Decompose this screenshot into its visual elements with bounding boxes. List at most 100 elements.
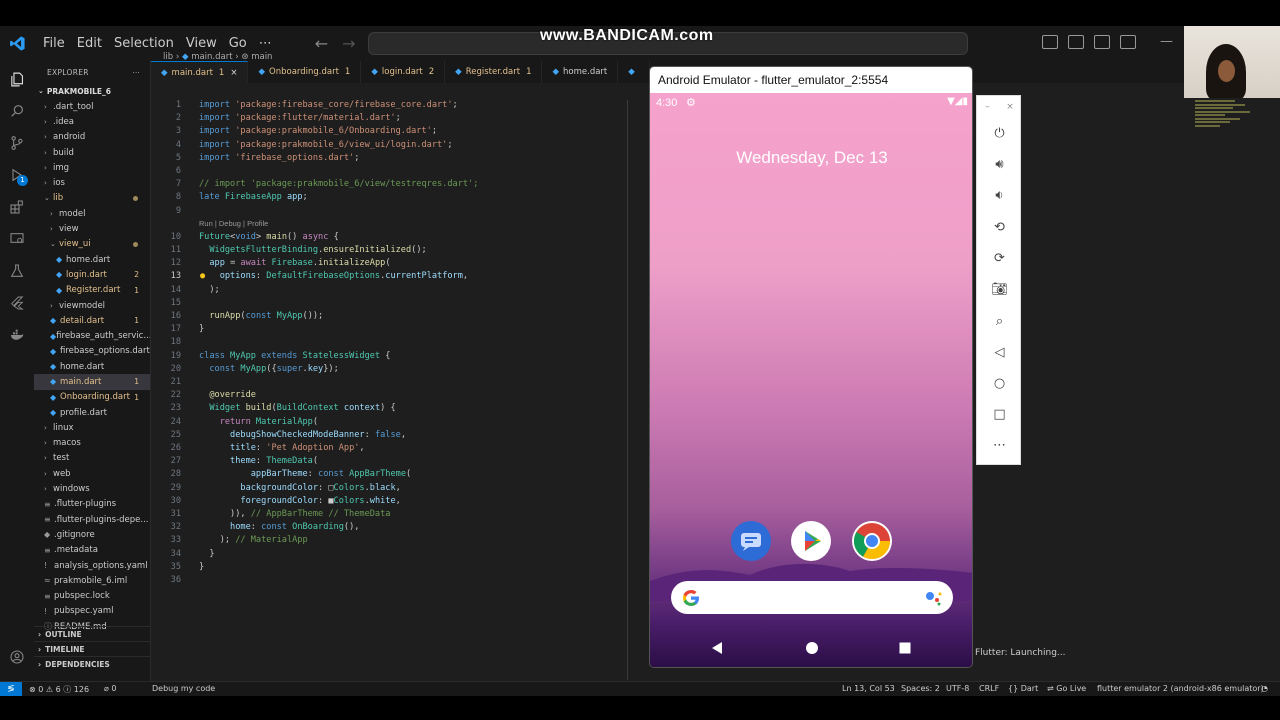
panel-minimize-icon[interactable]: –	[985, 102, 990, 112]
menu-view[interactable]: View	[186, 36, 217, 51]
code-line[interactable]: Future<void> main() async {	[199, 232, 339, 242]
chrome-app-icon[interactable]	[852, 521, 892, 561]
search-icon[interactable]	[0, 96, 34, 126]
tree-item[interactable]: ≡ .metadata	[34, 543, 150, 558]
explorer-more-icon[interactable]: ⋯	[132, 68, 140, 77]
menu-go[interactable]: Go	[229, 36, 247, 51]
tree-item[interactable]: › test	[34, 451, 150, 466]
code-line[interactable]: import 'package:prakmobile_6/Onboarding.…	[199, 126, 437, 136]
power-icon[interactable]: ⏻	[977, 126, 1022, 141]
minimize-icon[interactable]: —	[1160, 34, 1173, 49]
testing-icon[interactable]	[0, 256, 34, 286]
tree-item[interactable]: ◆ firebase_options.dart	[34, 344, 150, 359]
timeline-section[interactable]: › TIMELINE	[34, 641, 151, 656]
editor-tab[interactable]: ◆ main.dart 1 ×	[151, 61, 249, 83]
breadcrumb-folder[interactable]: lib	[163, 52, 173, 62]
code-line[interactable]: import 'package:firebase_core/firebase_c…	[199, 100, 458, 110]
editor-tab[interactable]: ◆	[618, 61, 650, 83]
code-line[interactable]: appBarTheme: const AppBarTheme(	[199, 469, 411, 479]
forward-arrow-icon[interactable]: →	[342, 34, 355, 53]
tree-item[interactable]: ≡ .flutter-plugins-depe...	[34, 512, 150, 527]
tree-item[interactable]: ≡ pubspec.lock	[34, 589, 150, 604]
ports-count[interactable]: ⌀ 0	[104, 684, 116, 693]
customize-layout-icon[interactable]	[1120, 35, 1136, 49]
tree-item[interactable]: ◆ main.dart 1	[34, 374, 150, 390]
toggle-sidebar-icon[interactable]	[1042, 35, 1058, 49]
language-mode[interactable]: {} Dart	[1008, 684, 1038, 693]
toggle-secondary-sidebar-icon[interactable]	[1094, 35, 1110, 49]
code-line[interactable]: }	[199, 562, 204, 572]
code-line[interactable]: const MyApp({super.key});	[199, 364, 338, 374]
google-assistant-icon[interactable]	[925, 590, 943, 606]
code-line[interactable]: }	[199, 324, 204, 334]
code-line[interactable]: ); // MaterialApp	[199, 535, 308, 545]
tree-item[interactable]: ≈ prakmobile_6.iml	[34, 573, 150, 588]
code-line[interactable]: }	[199, 549, 214, 559]
google-search-bar[interactable]	[671, 581, 953, 614]
code-line[interactable]: title: 'Pet Adoption App',	[199, 443, 365, 453]
overview-icon[interactable]: □	[977, 407, 1022, 422]
tree-item[interactable]: › view	[34, 221, 150, 236]
panel-close-icon[interactable]: ×	[1006, 102, 1014, 112]
tree-item[interactable]: › macos	[34, 436, 150, 451]
android-home-screen[interactable]: 4:30 ⚙ ▼◢▮ Wednesday, Dec 13	[650, 93, 972, 667]
device-selector[interactable]: flutter emulator 2 (android-x86 emulator…	[1097, 684, 1264, 693]
nav-home-icon[interactable]	[805, 641, 819, 655]
code-line[interactable]: late FirebaseApp app;	[199, 192, 308, 202]
back-icon[interactable]: ◁	[977, 345, 1022, 360]
menu-more[interactable]: ⋯	[259, 36, 272, 51]
code-line[interactable]: app = await Firebase.initializeApp(	[199, 258, 390, 268]
code-line[interactable]: @override	[199, 390, 256, 400]
code-line[interactable]: theme: ThemeData(	[199, 456, 318, 466]
tree-item[interactable]: ◆ Register.dart 1	[34, 283, 150, 298]
tree-item[interactable]: › model	[34, 206, 150, 221]
toggle-panel-icon[interactable]	[1068, 35, 1084, 49]
code-line[interactable]: debugShowCheckedModeBanner: false,	[199, 430, 406, 440]
tree-item[interactable]: ! analysis_options.yaml	[34, 558, 150, 573]
source-control-icon[interactable]	[0, 128, 34, 158]
nav-back-icon[interactable]	[710, 641, 724, 655]
debug-config[interactable]: Debug my code	[152, 684, 215, 693]
problems-count[interactable]: ⊗ 0 ⚠ 6 ⓘ 126	[29, 684, 89, 695]
code-line[interactable]: WidgetsFlutterBinding.ensureInitialized(…	[199, 245, 426, 255]
editor-tab[interactable]: ◆ home.dart	[542, 61, 619, 83]
lightbulb-icon[interactable]: ●	[200, 271, 205, 281]
code-line[interactable]: runApp(const MyApp());	[199, 311, 323, 321]
cursor-position[interactable]: Ln 13, Col 53	[842, 684, 895, 693]
home-icon[interactable]: ○	[977, 376, 1022, 391]
code-line[interactable]: import 'package:prakmobile_6/view_ui/log…	[199, 140, 453, 150]
codelens-run-debug[interactable]: Run | Debug | Profile	[199, 219, 268, 228]
code-line[interactable]: home: const OnBoarding(),	[199, 522, 359, 532]
tree-item[interactable]: › linux	[34, 420, 150, 435]
tree-item[interactable]: ≡ .flutter-plugins	[34, 497, 150, 512]
code-line[interactable]: foregroundColor: ■Colors.white,	[199, 496, 400, 506]
menu-file[interactable]: File	[43, 36, 65, 51]
screenshot-camera-icon[interactable]: 📷︎	[977, 282, 1022, 297]
code-line[interactable]: class MyApp extends StatelessWidget {	[199, 351, 390, 361]
code-line[interactable]: backgroundColor: □Colors.black,	[199, 483, 400, 493]
tree-item[interactable]: ⌄ view_ui	[34, 237, 150, 252]
tree-item[interactable]: ◆ firebase_auth_servic...	[34, 328, 150, 343]
tree-item[interactable]: › android	[34, 130, 150, 145]
account-icon[interactable]	[0, 642, 34, 672]
breadcrumb-file[interactable]: main.dart	[191, 52, 232, 62]
tree-item[interactable]: ◆ home.dart	[34, 252, 150, 267]
tree-item[interactable]: ! pubspec.yaml	[34, 604, 150, 619]
nav-recents-icon[interactable]	[898, 641, 912, 655]
tree-item[interactable]: › build	[34, 145, 150, 160]
tree-item[interactable]: ◆ .gitignore	[34, 527, 150, 542]
editor-tab[interactable]: ◆ Register.dart 1	[445, 61, 543, 83]
messages-app-icon[interactable]	[731, 521, 771, 561]
tree-item[interactable]: ◆ detail.dart 1	[34, 313, 150, 328]
flutter-icon[interactable]	[0, 288, 34, 318]
code-line[interactable]: )), // AppBarTheme // ThemeData	[199, 509, 390, 519]
code-line[interactable]: options: DefaultFirebaseOptions.currentP…	[199, 271, 468, 281]
code-line[interactable]: return MaterialApp(	[199, 417, 318, 427]
remote-indicator-icon[interactable]: ≶	[0, 682, 22, 696]
tree-item[interactable]: › img	[34, 160, 150, 175]
tree-item[interactable]: › viewmodel	[34, 298, 150, 313]
rotate-right-icon[interactable]: ⟳	[977, 251, 1022, 266]
minimap[interactable]	[1195, 100, 1265, 140]
encoding[interactable]: UTF-8	[946, 684, 969, 693]
volume-up-icon[interactable]: 🔊︎	[977, 157, 1022, 172]
